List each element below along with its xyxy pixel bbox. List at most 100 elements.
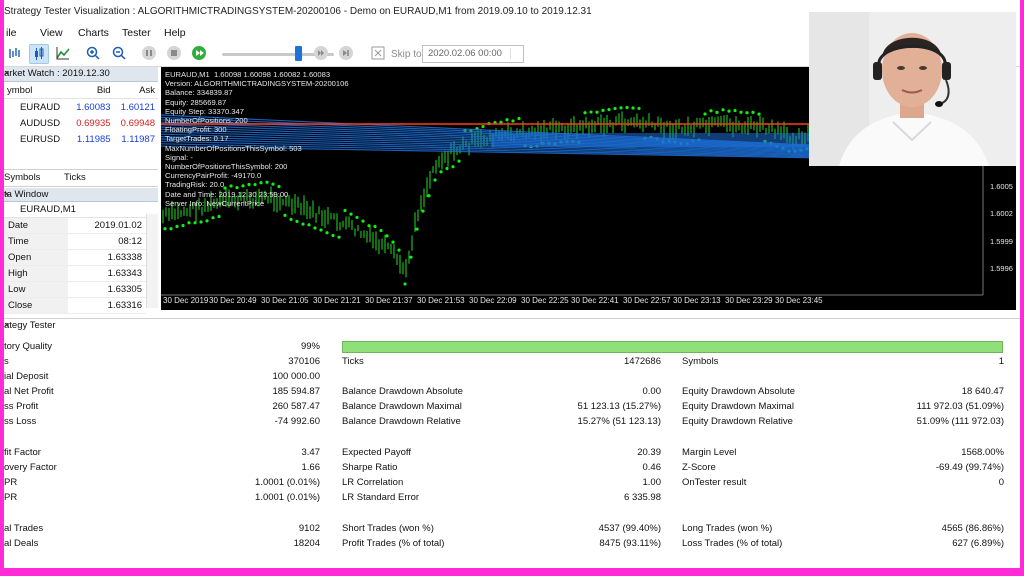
bar-chart-icon[interactable] <box>6 44 24 62</box>
metric-label: Balance Drawdown Absolute <box>342 386 463 397</box>
sar-dot <box>433 178 437 182</box>
sar-dot <box>445 166 449 171</box>
sar-dot <box>601 108 605 112</box>
sar-dot <box>319 228 323 232</box>
metric-value: 1568.00% <box>961 447 1004 458</box>
quality-label: tory Quality <box>4 341 53 352</box>
time-axis-label: 30 Dec 22:09 <box>469 296 517 305</box>
zoom-out-icon[interactable] <box>110 44 128 62</box>
ask-cell: 1.60121 <box>120 101 155 113</box>
metric-label: PR <box>4 492 18 503</box>
field-label: Date <box>4 218 68 234</box>
zoom-in-icon[interactable] <box>84 44 102 62</box>
sar-dot <box>721 108 725 112</box>
sar-dot <box>745 111 749 115</box>
metric-label: Expected Payoff <box>342 447 412 458</box>
sar-dot <box>361 219 365 223</box>
metric-value: 8475 (93.11%) <box>599 538 661 549</box>
sar-dot <box>187 221 191 225</box>
sar-dot <box>397 248 401 252</box>
metric-value: 4537 (99.40%) <box>598 523 661 534</box>
table-row: PR 1.0001 (0.01%) LR Correlation 1.00 OnTest… <box>4 475 1020 490</box>
metric-label: fit Factor <box>4 447 41 458</box>
symbol-cell: EURUSD <box>20 133 61 145</box>
sar-dot <box>739 110 743 114</box>
sar-dot <box>631 106 635 110</box>
table-row: al Net Profit 185 594.87 Balance Drawdown … <box>4 384 1020 399</box>
metric-label: ss Loss <box>4 416 37 427</box>
time-axis-label: 30 Dec 21:53 <box>417 296 465 305</box>
table-row[interactable]: EURAUD 1.60083 1.60121 <box>4 99 158 116</box>
market-watch-columns: ymbol Bid Ask <box>4 82 158 99</box>
close-icon[interactable]: × <box>4 320 1017 331</box>
data-window-header: ta Window × <box>4 188 158 202</box>
sar-dot <box>283 213 287 217</box>
sar-dot <box>751 110 755 114</box>
menu-tester[interactable]: Tester <box>122 27 151 39</box>
menu-charts[interactable]: Charts <box>78 27 109 39</box>
menu-view[interactable]: View <box>40 27 63 39</box>
candlestick-icon[interactable] <box>29 44 49 64</box>
metric-value: 370106 <box>288 356 320 367</box>
line-chart-icon[interactable] <box>54 44 72 62</box>
strategy-tester-header: ategy Tester × <box>4 318 1020 331</box>
field-value: 2019.01.02 <box>68 218 146 234</box>
stop-icon[interactable] <box>165 44 183 62</box>
metric-label: ial Deposit <box>4 371 49 382</box>
metric-label: LR Correlation <box>342 477 404 488</box>
menu-help[interactable]: Help <box>164 27 186 39</box>
tab-symbols[interactable]: Symbols <box>4 172 40 183</box>
metric-value: 100 000.00 <box>272 371 320 382</box>
tab-ticks[interactable]: Ticks <box>64 172 86 183</box>
skip-to-date-field[interactable]: 2020.02.06 00:00 <box>422 45 524 63</box>
data-window-symbol: EURAUD,M1 <box>4 202 158 218</box>
skip-to-icon[interactable] <box>369 44 387 62</box>
skip-to-label: Skip to <box>391 49 422 60</box>
table-row <box>4 429 1020 444</box>
sar-dot <box>331 233 335 238</box>
metric-value: 185 594.87 <box>272 386 320 397</box>
field-value: 08:12 <box>68 233 146 250</box>
webcam-overlay <box>809 12 1016 166</box>
play-icon[interactable] <box>190 44 208 62</box>
sar-dot <box>313 226 317 230</box>
ask-cell: 1.11987 <box>121 133 155 145</box>
table-row[interactable]: AUDUSD 0.69935 0.69948 <box>4 115 158 131</box>
close-icon[interactable]: × <box>4 68 155 79</box>
metric-value: 3.47 <box>301 447 321 458</box>
sar-dot <box>451 165 455 169</box>
metric-label: LR Standard Error <box>342 492 420 503</box>
col-symbol: ymbol <box>4 82 70 99</box>
table-row: High 1.63343 <box>4 265 146 282</box>
metric-value: -69.49 (99.74%) <box>935 462 1004 473</box>
metric-value: 0 <box>998 477 1004 488</box>
step-end-icon[interactable] <box>337 44 355 62</box>
field-value: 1.63338 <box>68 249 146 266</box>
time-axis-label: 30 Dec 2019 <box>163 296 209 305</box>
sar-dot <box>619 106 623 110</box>
metric-label: Balance Drawdown Relative <box>342 416 461 427</box>
table-row[interactable]: EURUSD 1.11985 1.11987 <box>4 131 158 147</box>
metric-label: overy Factor <box>4 462 57 473</box>
data-window-scrollbar[interactable] <box>146 214 158 308</box>
close-icon[interactable]: × <box>4 189 155 200</box>
field-label: Time <box>4 233 68 250</box>
menu-file[interactable]: ile <box>6 27 17 39</box>
sar-dot <box>703 112 707 116</box>
metric-label: Sharpe Ratio <box>342 462 398 473</box>
step-forward-icon[interactable] <box>312 44 330 62</box>
table-row <box>4 505 1020 520</box>
table-row: Open 1.63338 <box>4 249 146 266</box>
sar-dot <box>439 170 443 174</box>
metric-value: 0.46 <box>642 462 662 473</box>
price-axis-label: 1.6005 <box>990 182 1013 191</box>
table-row: Low 1.63305 <box>4 281 146 298</box>
metric-value: 1.0001 (0.01%) <box>255 492 320 503</box>
metric-value: 20.39 <box>637 447 661 458</box>
quality-value: 99% <box>300 341 320 352</box>
speed-slider-thumb[interactable] <box>295 46 302 61</box>
pause-icon[interactable] <box>140 44 158 62</box>
table-row: overy Factor 1.66 Sharpe Ratio 0.46 Z-Score -… <box>4 460 1020 475</box>
sar-dot <box>421 209 425 213</box>
calendar-dropdown-icon[interactable] <box>510 48 521 59</box>
